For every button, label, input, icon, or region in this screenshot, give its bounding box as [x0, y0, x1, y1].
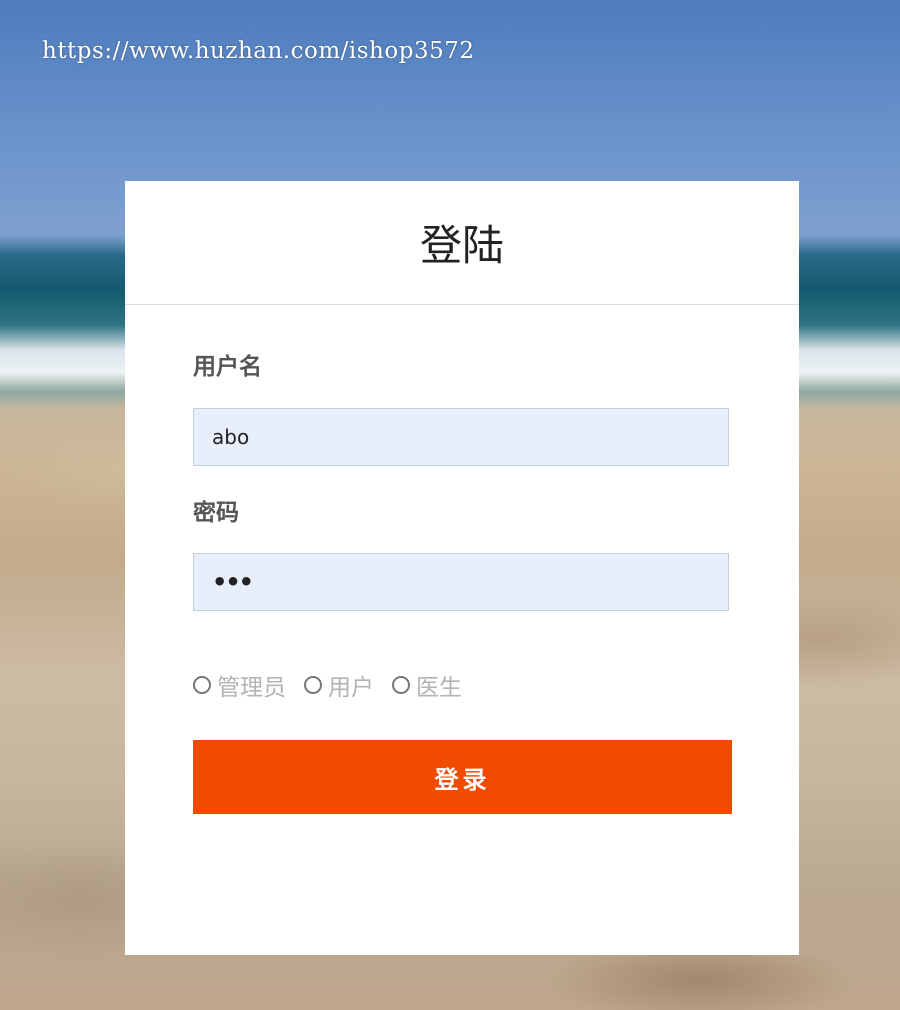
- username-label: 用户名: [193, 354, 262, 380]
- role-label-admin: 管理员: [217, 675, 286, 701]
- username-input[interactable]: abo: [193, 408, 729, 466]
- password-input[interactable]: •••: [193, 553, 729, 611]
- role-option-doctor[interactable]: 医生: [392, 668, 462, 702]
- login-title: 登陆: [419, 221, 504, 270]
- login-card-header: 登陆: [125, 181, 799, 305]
- role-option-user[interactable]: 用户: [304, 668, 374, 702]
- username-value: abo: [212, 425, 250, 449]
- radio-circle-icon[interactable]: [193, 676, 211, 694]
- role-label-doctor: 医生: [416, 675, 462, 701]
- password-value: •••: [212, 568, 254, 596]
- role-label-user: 用户: [328, 675, 374, 701]
- radio-circle-icon[interactable]: [304, 676, 322, 694]
- radio-circle-icon[interactable]: [392, 676, 410, 694]
- login-card: 登陆 用户名 abo 密码 ••• 管理员 用户 医生 登录: [125, 181, 799, 955]
- login-submit-button[interactable]: 登录: [193, 740, 732, 814]
- role-option-admin[interactable]: 管理员: [193, 668, 286, 702]
- role-radio-group: 管理员 用户 医生: [193, 668, 462, 702]
- watermark-url: https://www.huzhan.com/ishop3572: [42, 38, 475, 64]
- password-label: 密码: [193, 500, 239, 526]
